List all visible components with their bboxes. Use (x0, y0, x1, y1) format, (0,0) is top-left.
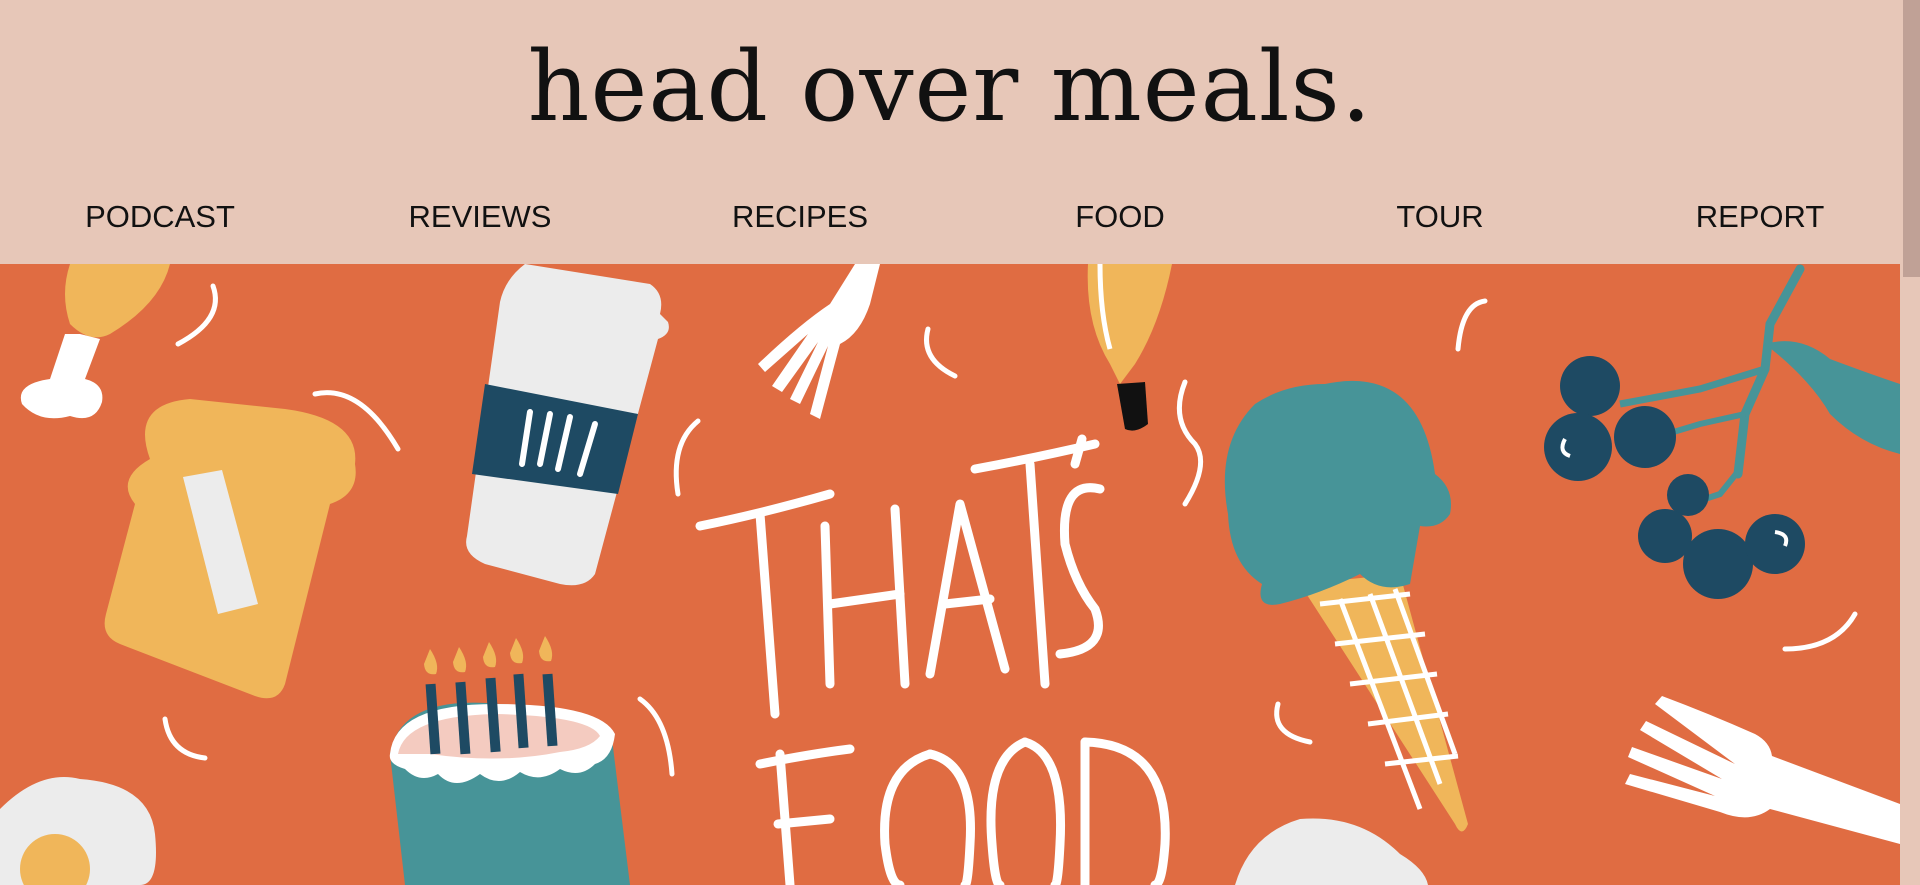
nav-item-podcast[interactable]: PODCAST (85, 190, 235, 244)
nav-item-tour[interactable]: TOUR (1396, 190, 1483, 244)
page-scrollbar[interactable] (1900, 0, 1920, 885)
hero-banner (0, 264, 1900, 885)
site-title[interactable]: head over meals. (0, 22, 1900, 152)
scrollbar-thumb[interactable] (1903, 0, 1920, 277)
nav-item-reviews[interactable]: REVIEWS (409, 190, 552, 244)
nav-item-recipes[interactable]: RECIPES (732, 190, 868, 244)
main-nav: PODCAST REVIEWS RECIPES FOOD TOUR REPORT (0, 190, 1900, 244)
hero-illustration (0, 264, 1900, 885)
nav-item-report[interactable]: REPORT (1696, 190, 1825, 244)
site-header: head over meals. PODCAST REVIEWS RECIPES… (0, 0, 1920, 264)
nav-item-food[interactable]: FOOD (1075, 190, 1165, 244)
